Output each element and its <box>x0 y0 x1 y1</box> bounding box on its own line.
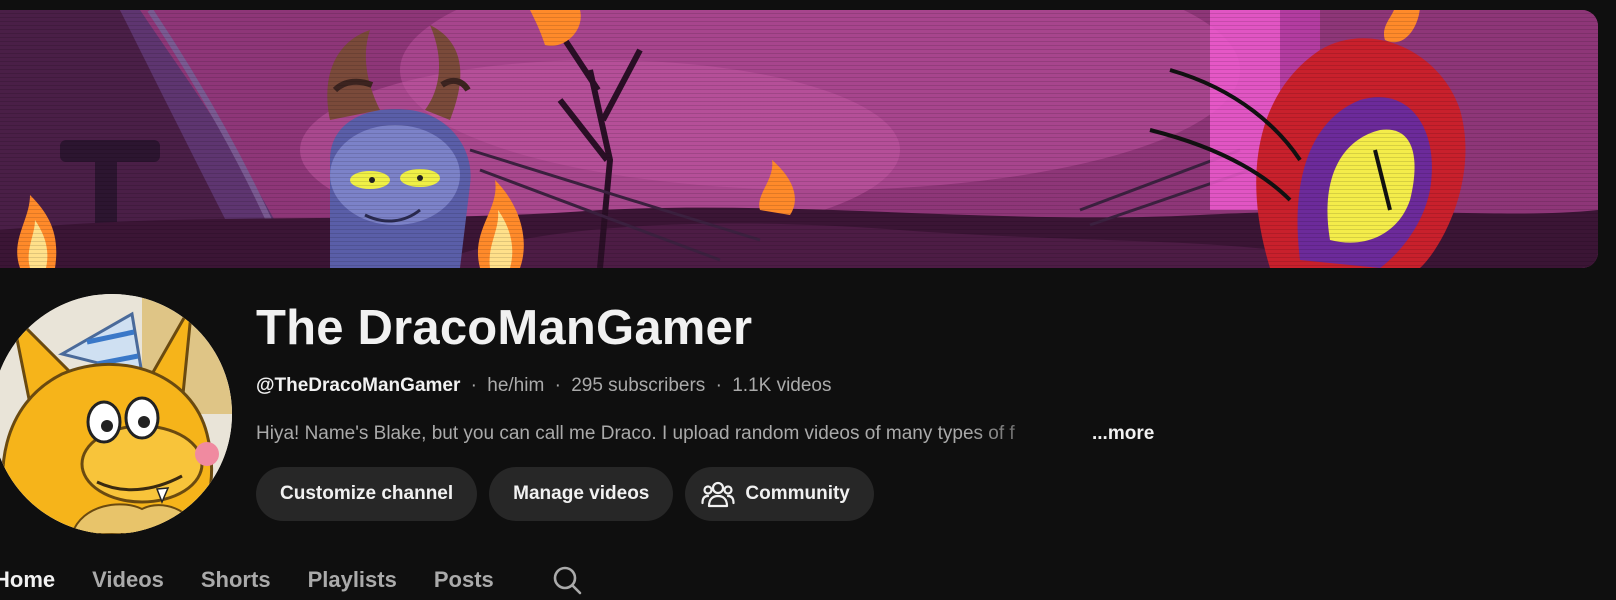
description-text: Hiya! Name's Blake, but you can call me … <box>256 423 1015 444</box>
tab-home[interactable]: Home <box>0 567 55 593</box>
channel-tabs: Home Videos Shorts Playlists Posts <box>0 560 583 600</box>
subscriber-count: 295 subscribers <box>571 375 706 396</box>
channel-meta: @TheDracoManGamer · he/him · 295 subscri… <box>256 375 832 397</box>
channel-actions: Customize channel Manage videos Communit… <box>256 467 874 521</box>
meta-separator: · <box>470 375 477 396</box>
community-button[interactable]: Community <box>685 467 874 521</box>
tab-shorts[interactable]: Shorts <box>201 567 271 593</box>
avatar-artwork <box>0 294 232 534</box>
channel-handle: @TheDracoManGamer <box>256 375 461 396</box>
people-icon <box>701 479 735 509</box>
channel-pronouns: he/him <box>487 375 545 396</box>
tab-posts[interactable]: Posts <box>434 567 494 593</box>
channel-page: The DracoManGamer @TheDracoManGamer · he… <box>0 0 1616 600</box>
channel-title: The DracoManGamer <box>256 301 753 355</box>
customize-channel-label: Customize channel <box>280 483 454 504</box>
channel-description[interactable]: Hiya! Name's Blake, but you can call me … <box>256 423 1154 445</box>
search-icon[interactable] <box>551 564 583 596</box>
tab-playlists[interactable]: Playlists <box>308 567 397 593</box>
channel-avatar[interactable] <box>0 294 232 534</box>
customize-channel-button[interactable]: Customize channel <box>256 467 478 521</box>
banner-artwork <box>0 10 1598 268</box>
meta-separator: · <box>554 375 561 396</box>
video-count: 1.1K videos <box>732 375 832 396</box>
description-more-link[interactable]: ...more <box>1092 423 1154 445</box>
manage-videos-button[interactable]: Manage videos <box>489 467 674 521</box>
meta-separator: · <box>715 375 722 396</box>
tab-videos[interactable]: Videos <box>92 567 164 593</box>
manage-videos-label: Manage videos <box>513 483 650 504</box>
channel-banner <box>0 10 1598 268</box>
community-label: Community <box>745 483 850 504</box>
